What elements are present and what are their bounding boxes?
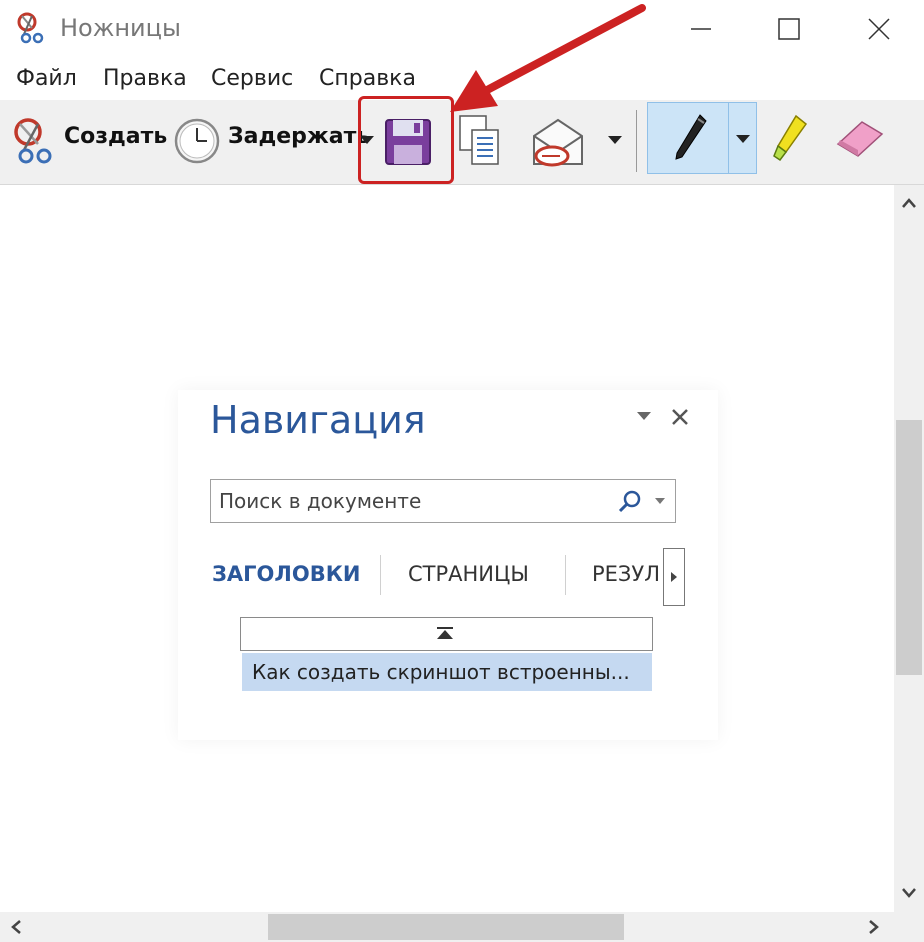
menu-edit[interactable]: Правка: [103, 66, 187, 91]
heading-item-text: Как создать скриншот встроенны...: [252, 660, 630, 684]
eraser-button[interactable]: [828, 100, 888, 184]
scroll-left-icon[interactable]: [10, 919, 22, 935]
scissors-app-icon: [14, 10, 50, 46]
collapse-up-icon: [437, 627, 453, 639]
save-icon: [385, 119, 431, 165]
copy-icon: [459, 115, 499, 165]
scrollbar-corner: [894, 912, 924, 942]
delay-button[interactable]: Задержать: [168, 100, 374, 184]
vertical-scrollbar[interactable]: [894, 185, 924, 912]
copy-button[interactable]: [456, 100, 506, 184]
search-dropdown-icon: [655, 498, 665, 504]
save-button[interactable]: [358, 96, 454, 184]
minimize-button[interactable]: [656, 0, 746, 58]
snip-canvas[interactable]: [0, 185, 894, 912]
email-icon: [533, 118, 583, 167]
nav-options-icon: [637, 412, 651, 420]
toolbar: Создать Задержать: [0, 96, 924, 185]
window-title: Ножницы: [60, 14, 181, 42]
delay-label: Задержать: [228, 124, 371, 149]
pen-button[interactable]: [647, 102, 757, 174]
tab-results: РЕЗУЛ: [592, 562, 660, 586]
scroll-up-icon[interactable]: [901, 197, 917, 209]
pen-icon: [675, 114, 707, 160]
highlighter-icon: [773, 114, 808, 162]
heading-list-item: Как создать скриншот встроенны...: [242, 653, 652, 691]
collapse-all-bar: [240, 617, 653, 651]
eraser-icon: [836, 121, 884, 157]
tabs-scroll-button: [663, 548, 685, 606]
close-icon: [868, 18, 890, 40]
chevron-right-icon: [671, 572, 677, 582]
menu-tools[interactable]: Сервис: [211, 66, 293, 91]
scroll-right-icon[interactable]: [868, 919, 880, 935]
horizontal-scrollbar[interactable]: [0, 912, 894, 942]
send-dropdown-icon[interactable]: [608, 136, 622, 144]
toolbar-separator: [636, 110, 637, 172]
navigation-title: Навигация: [210, 398, 426, 442]
vertical-scroll-thumb[interactable]: [896, 420, 922, 675]
new-snip-button[interactable]: Создать: [6, 100, 167, 184]
menu-help[interactable]: Справка: [319, 66, 416, 91]
new-snip-label: Создать: [64, 124, 168, 149]
pen-dropdown-icon[interactable]: [736, 135, 750, 143]
nav-search-placeholder: Поиск в документе: [219, 489, 422, 513]
send-snip-button[interactable]: [528, 100, 632, 184]
minimize-icon: [691, 28, 711, 30]
clock-icon: [174, 118, 220, 164]
scroll-down-icon[interactable]: [901, 887, 917, 899]
nav-search-box: Поиск в документе: [210, 479, 676, 523]
nav-close-icon: [672, 409, 688, 425]
close-button[interactable]: [834, 0, 924, 58]
search-icon: [618, 490, 641, 513]
tab-headings: ЗАГОЛОВКИ: [212, 562, 361, 586]
tab-pages: СТРАНИЦЫ: [408, 562, 529, 586]
horizontal-scroll-thumb[interactable]: [268, 914, 624, 940]
scissors-icon: [14, 118, 52, 164]
maximize-icon: [778, 18, 800, 40]
maximize-button[interactable]: [744, 0, 834, 58]
title-bar: Ножницы: [0, 0, 924, 58]
menu-file[interactable]: Файл: [16, 66, 77, 91]
menu-bar: Файл Правка Сервис Справка: [0, 58, 924, 100]
highlighter-button[interactable]: [766, 100, 814, 184]
